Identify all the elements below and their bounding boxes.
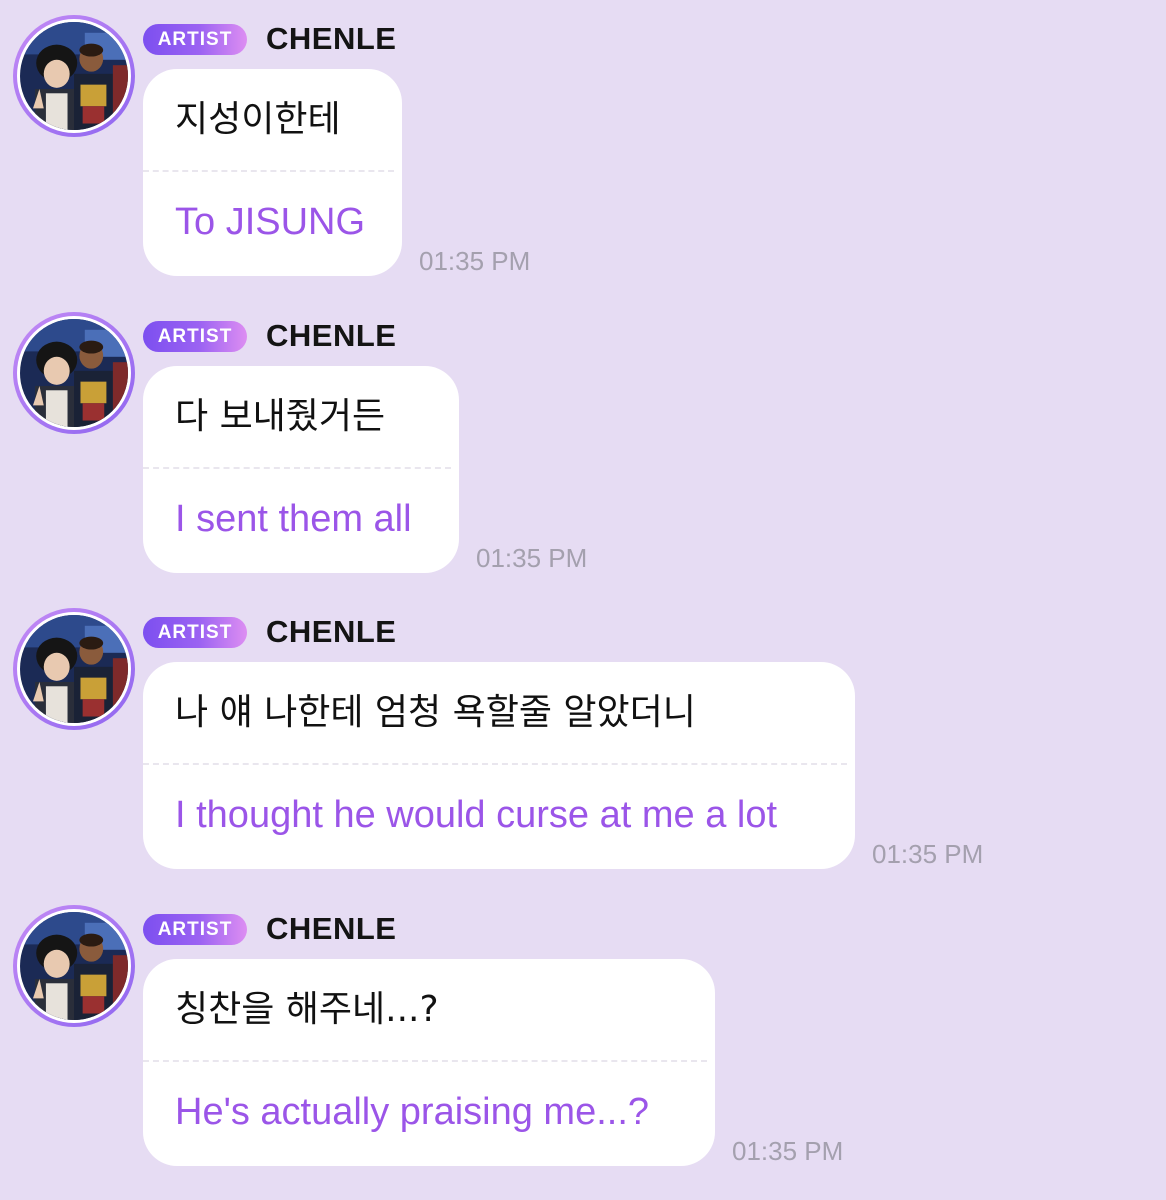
- translated-text: I sent them all: [175, 498, 412, 540]
- timestamp: 01:35 PM: [872, 839, 984, 869]
- original-text: 지성이한테: [175, 99, 341, 140]
- translated-text: He's actually praising me...?: [175, 1091, 650, 1133]
- original-text: 다 보내줬거든: [175, 396, 386, 437]
- artist-badge: ARTIST: [143, 321, 247, 352]
- bubble-divider: [143, 467, 451, 469]
- message-bubble[interactable]: 다 보내줬거든 I sent them all: [143, 366, 459, 573]
- sender-name: CHENLE: [266, 911, 397, 946]
- artist-badge: ARTIST: [143, 24, 247, 55]
- artist-badge: ARTIST: [143, 617, 247, 648]
- sender-name: CHENLE: [266, 21, 397, 56]
- avatar-ring: [17, 19, 131, 133]
- message-bubble[interactable]: 지성이한테 To JISUNG: [143, 69, 402, 276]
- avatar-photo-icon: [20, 319, 128, 427]
- artist-badge: ARTIST: [143, 914, 247, 945]
- bubble-divider: [143, 763, 847, 765]
- avatar-photo-svg: [20, 615, 128, 723]
- avatar-photo-icon: [20, 22, 128, 130]
- translated-text: To JISUNG: [175, 201, 366, 243]
- timestamp: 01:35 PM: [732, 1136, 844, 1166]
- original-text: 칭찬을 해주네...?: [175, 989, 439, 1030]
- message-bubble[interactable]: 칭찬을 해주네...? He's actually praising me...…: [143, 959, 715, 1166]
- avatar-photo-icon: [20, 615, 128, 723]
- sender-name: CHENLE: [266, 318, 397, 353]
- avatar[interactable]: [13, 15, 135, 137]
- bubble-divider: [143, 1060, 707, 1062]
- avatar-photo-svg: [20, 912, 128, 1020]
- timestamp: 01:35 PM: [476, 543, 588, 573]
- message-bubble[interactable]: 나 얘 나한테 엄청 욕할줄 알았더니 I thought he would c…: [143, 662, 855, 869]
- avatar[interactable]: [13, 905, 135, 1027]
- avatar[interactable]: [13, 608, 135, 730]
- avatar-ring: [17, 612, 131, 726]
- avatar-photo-svg: [20, 22, 128, 130]
- avatar-ring: [17, 316, 131, 430]
- avatar[interactable]: [13, 312, 135, 434]
- original-text: 나 얘 나한테 엄청 욕할줄 알았더니: [175, 692, 696, 733]
- avatar-ring: [17, 909, 131, 1023]
- timestamp: 01:35 PM: [419, 246, 531, 276]
- translated-text: I thought he would curse at me a lot: [175, 794, 778, 836]
- avatar-photo-icon: [20, 912, 128, 1020]
- sender-name: CHENLE: [266, 614, 397, 649]
- bubble-divider: [143, 170, 394, 172]
- avatar-photo-svg: [20, 319, 128, 427]
